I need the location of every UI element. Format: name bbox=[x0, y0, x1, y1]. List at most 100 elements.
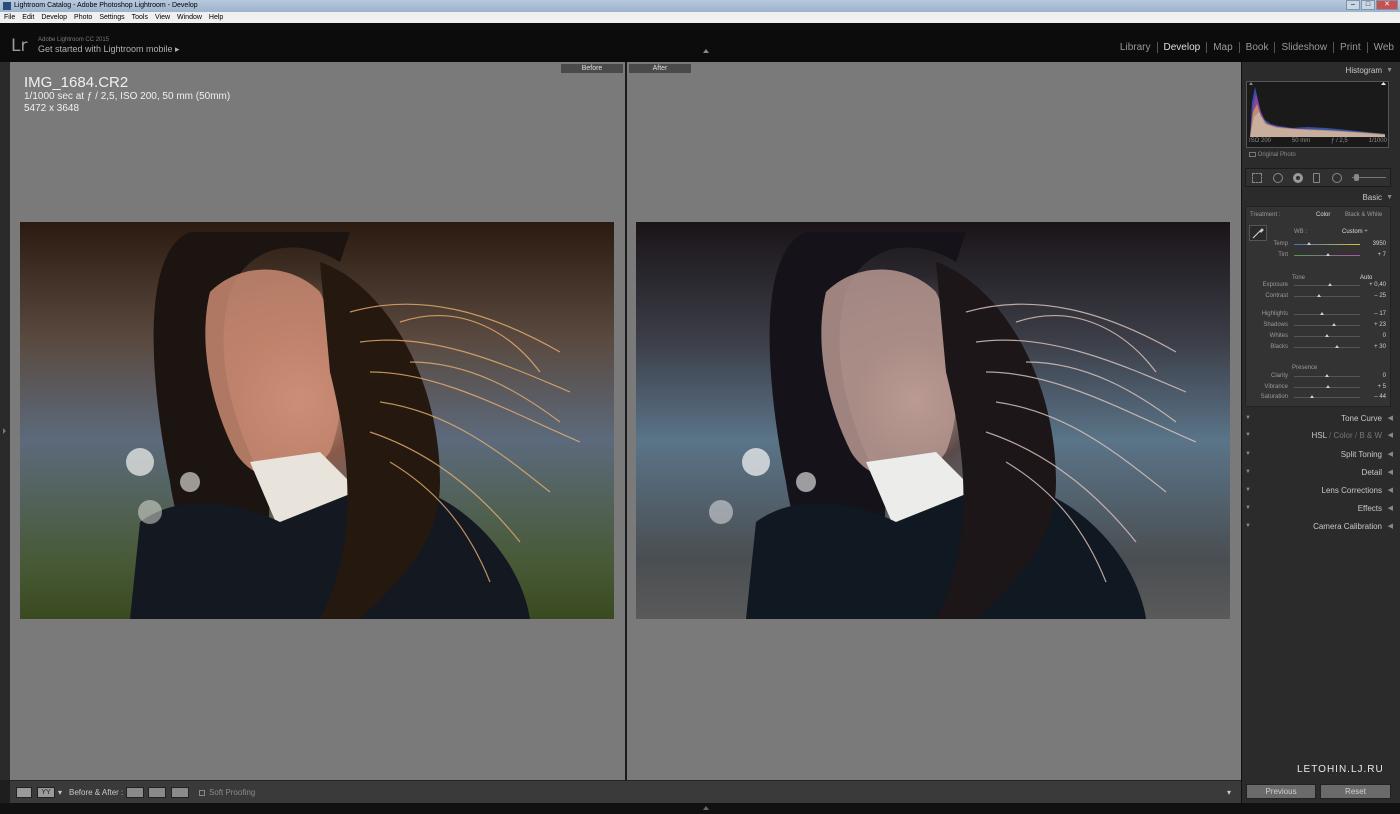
module-slideshow[interactable]: Slideshow bbox=[1274, 42, 1333, 53]
effects-header[interactable]: ▼ Effects ◀ bbox=[1245, 502, 1396, 515]
adjustment-brush-tool-icon[interactable] bbox=[1354, 174, 1359, 181]
shadows-slider[interactable] bbox=[1294, 325, 1360, 326]
vibrance-slider-thumb[interactable] bbox=[1326, 385, 1331, 388]
camera-calibration-pin-icon[interactable]: ▼ bbox=[1245, 520, 1251, 533]
minimize-button[interactable]: – bbox=[1346, 0, 1360, 10]
menu-view[interactable]: View bbox=[155, 12, 170, 23]
before-after-view-button[interactable]: YY bbox=[37, 787, 55, 798]
temp-slider-thumb[interactable] bbox=[1306, 242, 1311, 245]
tint-slider-thumb[interactable] bbox=[1326, 253, 1331, 256]
radial-filter-tool-icon[interactable] bbox=[1332, 173, 1342, 183]
basic-header[interactable]: Basic ▼ bbox=[1245, 191, 1396, 204]
toolbar-content-dropdown-icon[interactable]: ▾ bbox=[1227, 786, 1231, 799]
soft-proofing-checkbox[interactable] bbox=[199, 790, 205, 796]
loupe-view-button[interactable] bbox=[16, 787, 32, 798]
top-panel-toggle-icon[interactable] bbox=[703, 49, 709, 53]
menu-edit[interactable]: Edit bbox=[22, 12, 34, 23]
left-panel-collapsed[interactable] bbox=[0, 62, 10, 780]
expand-split-toning-icon[interactable]: ◀ bbox=[1388, 448, 1393, 461]
clarity-slider-thumb[interactable] bbox=[1325, 374, 1329, 377]
module-web[interactable]: Web bbox=[1366, 42, 1400, 53]
detail-header[interactable]: ▼ Detail ◀ bbox=[1245, 466, 1396, 479]
shadows-value[interactable]: + 23 bbox=[1360, 321, 1386, 329]
before-photo[interactable] bbox=[20, 222, 614, 619]
split-toning-header[interactable]: ▼ Split Toning ◀ bbox=[1245, 448, 1396, 461]
camera-calibration-header[interactable]: ▼ Camera Calibration ◀ bbox=[1245, 520, 1396, 533]
contrast-value[interactable]: – 25 bbox=[1360, 292, 1386, 300]
menu-settings[interactable]: Settings bbox=[99, 12, 124, 23]
menu-window[interactable]: Window bbox=[177, 12, 202, 23]
contrast-slider-thumb[interactable] bbox=[1317, 294, 1322, 297]
module-develop[interactable]: Develop bbox=[1156, 42, 1207, 53]
whites-slider-thumb[interactable] bbox=[1325, 334, 1329, 337]
expand-effects-icon[interactable]: ◀ bbox=[1388, 502, 1393, 515]
crop-tool-icon[interactable] bbox=[1252, 173, 1262, 183]
swap-before-after-button[interactable] bbox=[171, 787, 189, 798]
exposure-slider[interactable] bbox=[1294, 285, 1360, 286]
tone-curve-header[interactable]: ▼ Tone Curve ◀ bbox=[1245, 412, 1396, 425]
bw-tab[interactable]: B & W bbox=[1359, 431, 1382, 440]
shadows-slider-thumb[interactable] bbox=[1331, 323, 1336, 326]
graduated-filter-tool-icon[interactable] bbox=[1313, 173, 1320, 183]
highlights-value[interactable]: – 17 bbox=[1360, 310, 1386, 318]
expand-hsl-icon[interactable]: ◀ bbox=[1388, 429, 1393, 442]
wb-preset-select[interactable]: Custom ÷ bbox=[1342, 228, 1368, 236]
exposure-slider-thumb[interactable] bbox=[1328, 283, 1333, 286]
previous-button[interactable]: Previous bbox=[1246, 784, 1316, 799]
filmstrip-toggle-icon[interactable] bbox=[703, 806, 709, 810]
menu-photo[interactable]: Photo bbox=[74, 12, 92, 23]
view-mode-dropdown-icon[interactable]: ▾ bbox=[58, 786, 62, 799]
effects-pin-icon[interactable]: ▼ bbox=[1245, 502, 1251, 515]
blacks-slider-thumb[interactable] bbox=[1334, 345, 1339, 348]
contrast-slider[interactable] bbox=[1294, 296, 1360, 297]
expand-lens-corrections-icon[interactable]: ◀ bbox=[1388, 484, 1393, 497]
expand-detail-icon[interactable]: ◀ bbox=[1388, 466, 1393, 479]
split-toning-pin-icon[interactable]: ▼ bbox=[1245, 448, 1251, 461]
after-photo[interactable] bbox=[636, 222, 1230, 619]
white-balance-selector-button[interactable] bbox=[1249, 225, 1267, 241]
menu-develop[interactable]: Develop bbox=[41, 12, 67, 23]
tint-value[interactable]: + 7 bbox=[1360, 251, 1386, 259]
module-book[interactable]: Book bbox=[1238, 42, 1275, 53]
blacks-value[interactable]: + 30 bbox=[1360, 343, 1386, 351]
expand-camera-calibration-icon[interactable]: ◀ bbox=[1388, 520, 1393, 533]
collapse-basic-icon[interactable]: ▼ bbox=[1386, 191, 1393, 204]
vibrance-value[interactable]: + 5 bbox=[1360, 383, 1386, 391]
close-button[interactable]: ✕ bbox=[1376, 0, 1398, 10]
temp-slider[interactable] bbox=[1294, 244, 1360, 245]
module-map[interactable]: Map bbox=[1206, 42, 1238, 53]
menu-help[interactable]: Help bbox=[209, 12, 223, 23]
module-library[interactable]: Library bbox=[1114, 42, 1157, 53]
reset-button[interactable]: Reset bbox=[1320, 784, 1391, 799]
copy-before-to-after-button[interactable] bbox=[126, 787, 144, 798]
copy-after-to-before-button[interactable] bbox=[148, 787, 166, 798]
hsl-tab[interactable]: HSL bbox=[1312, 431, 1327, 440]
left-panel-toggle-icon[interactable] bbox=[3, 428, 6, 434]
filmstrip-collapsed[interactable] bbox=[0, 803, 1400, 814]
lens-corrections-header[interactable]: ▼ Lens Corrections ◀ bbox=[1245, 484, 1396, 497]
red-eye-tool-icon[interactable] bbox=[1293, 173, 1303, 183]
saturation-slider[interactable] bbox=[1294, 397, 1360, 398]
menu-tools[interactable]: Tools bbox=[132, 12, 148, 23]
saturation-slider-thumb[interactable] bbox=[1310, 395, 1315, 398]
histogram-header[interactable]: Histogram ▼ bbox=[1245, 64, 1396, 77]
tone-curve-pin-icon[interactable]: ▼ bbox=[1245, 412, 1251, 425]
expand-tone-curve-icon[interactable]: ◀ bbox=[1388, 412, 1393, 425]
highlights-slider-thumb[interactable] bbox=[1319, 312, 1324, 315]
whites-value[interactable]: 0 bbox=[1360, 332, 1386, 340]
maximize-button[interactable]: □ bbox=[1361, 0, 1375, 10]
lens-corrections-pin-icon[interactable]: ▼ bbox=[1245, 484, 1251, 497]
treatment-color-option[interactable]: Color bbox=[1316, 211, 1330, 219]
collapse-histogram-icon[interactable]: ▼ bbox=[1386, 64, 1393, 77]
color-tab[interactable]: Color bbox=[1334, 431, 1353, 440]
menu-file[interactable]: File bbox=[4, 12, 15, 23]
hsl-pin-icon[interactable]: ▼ bbox=[1245, 429, 1251, 442]
detail-pin-icon[interactable]: ▼ bbox=[1245, 466, 1251, 479]
saturation-value[interactable]: – 44 bbox=[1360, 393, 1386, 401]
spot-removal-tool-icon[interactable] bbox=[1273, 173, 1283, 183]
exposure-value[interactable]: + 0,40 bbox=[1360, 281, 1386, 289]
temp-value[interactable]: 3950 bbox=[1360, 240, 1386, 248]
treatment-bw-option[interactable]: Black & White bbox=[1345, 211, 1382, 219]
module-print[interactable]: Print bbox=[1333, 42, 1367, 53]
mobile-promo-link[interactable]: Get started with Lightroom mobile ▸ bbox=[38, 44, 180, 55]
